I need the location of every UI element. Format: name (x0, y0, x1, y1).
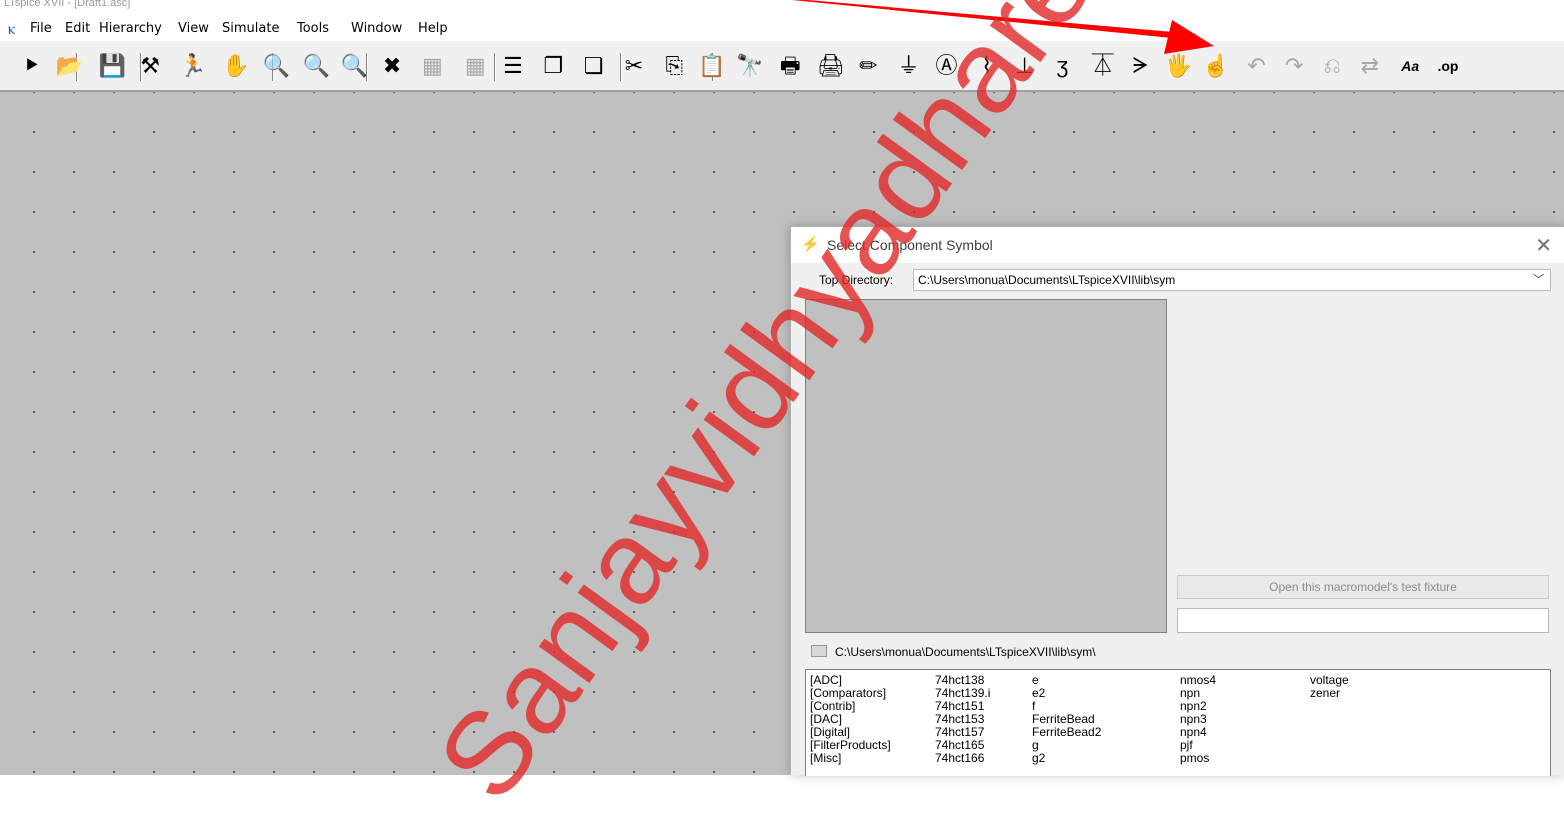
close-icon[interactable]: ✕ (1535, 233, 1552, 258)
toolbar: ⯈ 📂 💾 ⚒ 🏃 ✋ 🔍 🔍 🔍 ✖ ▦ ▦ ☰ ❐ ❏ ✂ ⎘ 📋 🔭 🖶 🖨 ✏ ⏚ Ⓐ ⌇ ⊥ ʒ ⏄ ᗒ 🖐 ☝ ↶ ↷ ⎌ ⇄ Aa .op (0, 40, 1564, 92)
symbol-list-column: [ADC] [Comparators] [Contrib] [DAC] [Digital… (810, 674, 891, 765)
menu-help[interactable]: Help (418, 21, 448, 36)
list-item[interactable]: zener (1310, 687, 1349, 700)
list-item[interactable]: pmos (1180, 752, 1216, 765)
chevron-down-icon[interactable]: ﹀ (1533, 270, 1544, 290)
autorange-icon[interactable]: ▦ (418, 51, 446, 81)
top-directory-select[interactable]: C:\Users\monua\Documents\LTspiceXVII\lib… (913, 269, 1551, 291)
zoom-out-icon[interactable]: 🔍 (340, 51, 368, 81)
move-icon[interactable]: 🖐 (1164, 51, 1192, 81)
menu-edit[interactable]: Edit (65, 21, 90, 36)
zoom-in-icon[interactable]: 🔍 (262, 51, 290, 81)
list-item[interactable]: FerriteBead2 (1032, 726, 1101, 739)
top-directory-label: Top Directory: (819, 273, 894, 287)
menu-hierarchy[interactable]: Hierarchy (99, 21, 162, 36)
inductor-icon[interactable]: ʒ (1048, 51, 1076, 81)
symbol-list-column: e e2 f FerriteBead FerriteBead2 g g2 (1032, 674, 1101, 765)
find-icon[interactable]: 🔭 (736, 51, 764, 81)
drag-icon[interactable]: ☝ (1202, 51, 1230, 81)
print-icon[interactable]: 🖨 (817, 51, 845, 81)
plot-settings-icon[interactable]: ▦ (461, 51, 489, 81)
menu-file[interactable]: File (30, 21, 52, 36)
symbol-list[interactable]: [ADC] [Comparators] [Contrib] [DAC] [Digital… (805, 669, 1551, 776)
undo-icon[interactable]: ↶ (1242, 51, 1270, 81)
current-path-text: C:\Users\monua\Documents\LTspiceXVII\lib… (835, 645, 1096, 659)
menu-tools[interactable]: Tools (297, 21, 329, 36)
label-net-icon[interactable]: Ⓐ (932, 51, 960, 81)
symbol-list-column: nmos4 npn npn2 npn3 npn4 pjf pmos (1180, 674, 1216, 765)
toolbar-separator (494, 53, 496, 81)
dialog-title: Select Component Symbol (827, 237, 993, 253)
menu-window[interactable]: Window (351, 21, 402, 36)
zoom-full-icon[interactable]: 🔍 (302, 51, 330, 81)
list-item[interactable]: e2 (1032, 687, 1101, 700)
cut-icon[interactable]: ✂ (620, 51, 648, 81)
rotate-icon[interactable]: ⎌ (1318, 51, 1346, 81)
window-title-bar: LTspice XVII - [Draft1.asc] (0, 0, 1564, 18)
list-item[interactable]: [Misc] (810, 752, 891, 765)
ltspice-dialog-icon: ⚡ (801, 236, 820, 253)
spice-directive-icon[interactable]: .op (1434, 51, 1462, 81)
tile-horizontal-icon[interactable]: ☰ (499, 51, 527, 81)
list-item[interactable]: g2 (1032, 752, 1101, 765)
symbol-list-column: 74hct138 74hct139.i 74hct151 74hct153 74hct1… (935, 674, 990, 765)
diode-icon[interactable]: ⏄ (1089, 51, 1117, 81)
current-path: C:\Users\monua\Documents\LTspiceXVII\lib… (811, 645, 1096, 663)
symbol-list-column: voltage zener (1310, 674, 1349, 700)
mirror-icon[interactable]: ⇄ (1356, 51, 1384, 81)
pan-icon[interactable]: ✋ (222, 51, 250, 81)
redo-icon[interactable]: ↷ (1280, 51, 1308, 81)
save-icon[interactable]: 💾 (98, 51, 126, 81)
draw-wire-icon[interactable]: ✏ (854, 51, 882, 81)
copy-icon[interactable]: ⎘ (660, 51, 688, 81)
select-component-dialog: ⚡ Select Component Symbol ✕ Top Director… (790, 226, 1564, 776)
window-title: LTspice XVII - [Draft1.asc] (4, 0, 131, 9)
resistor-icon[interactable]: ⌇ (973, 51, 1001, 81)
zoom-cancel-icon[interactable]: ✖ (378, 51, 406, 81)
menu-view[interactable]: View (178, 21, 209, 36)
ltspice-app-icon[interactable]: ⲕ (8, 21, 24, 37)
open-test-fixture-button[interactable]: Open this macromodel's test fixture (1177, 575, 1549, 599)
menu-simulate[interactable]: Simulate (222, 21, 279, 36)
paste-icon[interactable]: 📋 (698, 51, 726, 81)
halt-icon[interactable]: 🏃 (179, 51, 207, 81)
control-panel-icon[interactable]: ⚒ (136, 51, 164, 81)
capacitor-icon[interactable]: ⊥ (1011, 51, 1039, 81)
cascade-icon[interactable]: ❏ (580, 51, 608, 81)
text-icon[interactable]: Aa (1396, 51, 1424, 81)
open-icon[interactable]: 📂 (56, 51, 84, 81)
menu-bar: ⲕ File Edit Hierarchy View Simulate Tool… (0, 18, 1564, 40)
component-icon[interactable]: ᗒ (1127, 51, 1155, 81)
symbol-preview (805, 299, 1167, 633)
folder-icon (811, 645, 827, 657)
tile-vertical-icon[interactable]: ❐ (539, 51, 567, 81)
top-directory-value: C:\Users\monua\Documents\LTspiceXVII\lib… (918, 273, 1176, 287)
symbol-description-field[interactable] (1177, 608, 1549, 633)
print-preview-icon[interactable]: 🖶 (776, 51, 804, 81)
list-item[interactable]: 74hct166 (935, 752, 990, 765)
ground-icon[interactable]: ⏚ (895, 51, 923, 81)
dialog-title-bar: ⚡ Select Component Symbol ✕ (791, 227, 1564, 263)
run-icon[interactable]: ⯈ (18, 51, 46, 81)
